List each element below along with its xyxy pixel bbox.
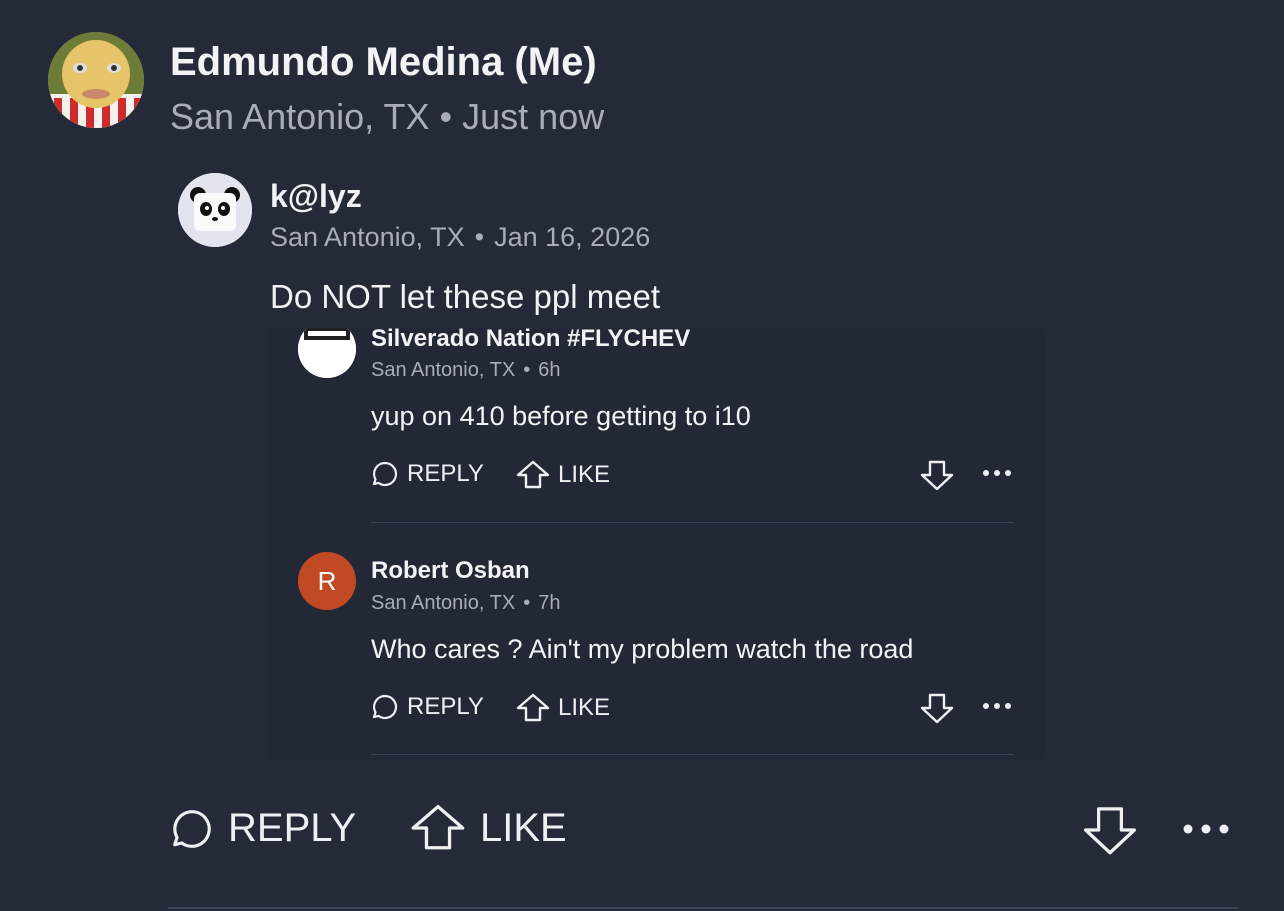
more-dots-icon — [983, 470, 1011, 476]
comment-text: yup on 410 before getting to i10 — [371, 401, 751, 431]
comment-avatar: R — [298, 552, 356, 610]
comment-author: Robert Osban — [371, 557, 530, 584]
reply-label: REPLY — [228, 806, 357, 850]
comment-divider — [371, 754, 1014, 755]
comment-time: 7h — [538, 592, 561, 614]
comment-divider — [371, 522, 1014, 523]
like-button[interactable]: LIKE — [410, 803, 567, 853]
comment-avatar — [298, 328, 356, 378]
meta-separator: • — [523, 359, 531, 381]
meta-separator: • — [523, 592, 531, 614]
downvote-arrow-icon — [920, 693, 954, 724]
comment-like-label: LIKE — [558, 694, 611, 721]
comment-reply-label: REPLY — [407, 693, 484, 720]
comment-reply-action: REPLY — [371, 460, 484, 488]
quoted-location: San Antonio, TX — [270, 222, 465, 252]
post-time: Just now — [462, 96, 605, 137]
downvote-arrow-icon[interactable] — [1082, 804, 1138, 856]
embedded-comments-screenshot: Silverado Nation #FLYCHEV San Antonio, T… — [268, 328, 1046, 760]
like-arrow-up-icon — [411, 804, 465, 850]
comment-like-action: LIKE — [516, 693, 610, 723]
downvote-arrow-icon — [920, 460, 954, 491]
author-meta: San Antonio, TX • Just now — [170, 96, 604, 138]
author-avatar[interactable] — [48, 32, 144, 128]
author-location: San Antonio, TX — [170, 96, 430, 137]
more-dots-icon[interactable] — [1182, 821, 1230, 837]
comment-meta: San Antonio, TX • 6h — [371, 359, 560, 382]
quoted-date: Jan 16, 2026 — [494, 222, 651, 252]
comment-meta: San Antonio, TX • 7h — [371, 592, 560, 615]
comment-author: Silverado Nation #FLYCHEV — [371, 328, 691, 352]
reply-bubble-icon — [372, 694, 398, 720]
comment-text: Who cares ? Ain't my problem watch the r… — [371, 634, 914, 664]
quoted-post-text: Do NOT let these ppl meet — [270, 278, 661, 315]
author-name[interactable]: Edmundo Medina (Me) — [170, 40, 597, 85]
meta-separator: • — [474, 222, 485, 252]
bottom-divider — [168, 907, 1238, 909]
more-dots-icon — [983, 703, 1011, 709]
like-arrow-up-icon — [516, 460, 550, 489]
reply-bubble-icon — [372, 461, 398, 487]
comment-like-action: LIKE — [516, 460, 610, 490]
reply-button[interactable]: REPLY — [170, 806, 356, 851]
comment-location: San Antonio, TX — [371, 359, 516, 381]
reply-bubble-icon — [173, 809, 211, 848]
comment-location: San Antonio, TX — [371, 592, 516, 614]
like-label: LIKE — [480, 805, 567, 850]
comment-reply-action: REPLY — [371, 693, 484, 721]
like-arrow-up-icon — [516, 693, 550, 722]
quoted-author-name[interactable]: k@lyz — [270, 178, 362, 215]
meta-separator: • — [439, 96, 453, 137]
quoted-author-avatar[interactable] — [178, 173, 252, 247]
comment-reply-label: REPLY — [407, 460, 484, 487]
avatar-letter: R — [317, 565, 337, 596]
comment-like-label: LIKE — [558, 461, 611, 488]
quoted-author-meta: San Antonio, TX • Jan 16, 2026 — [270, 222, 650, 253]
comment-time: 6h — [538, 359, 561, 381]
